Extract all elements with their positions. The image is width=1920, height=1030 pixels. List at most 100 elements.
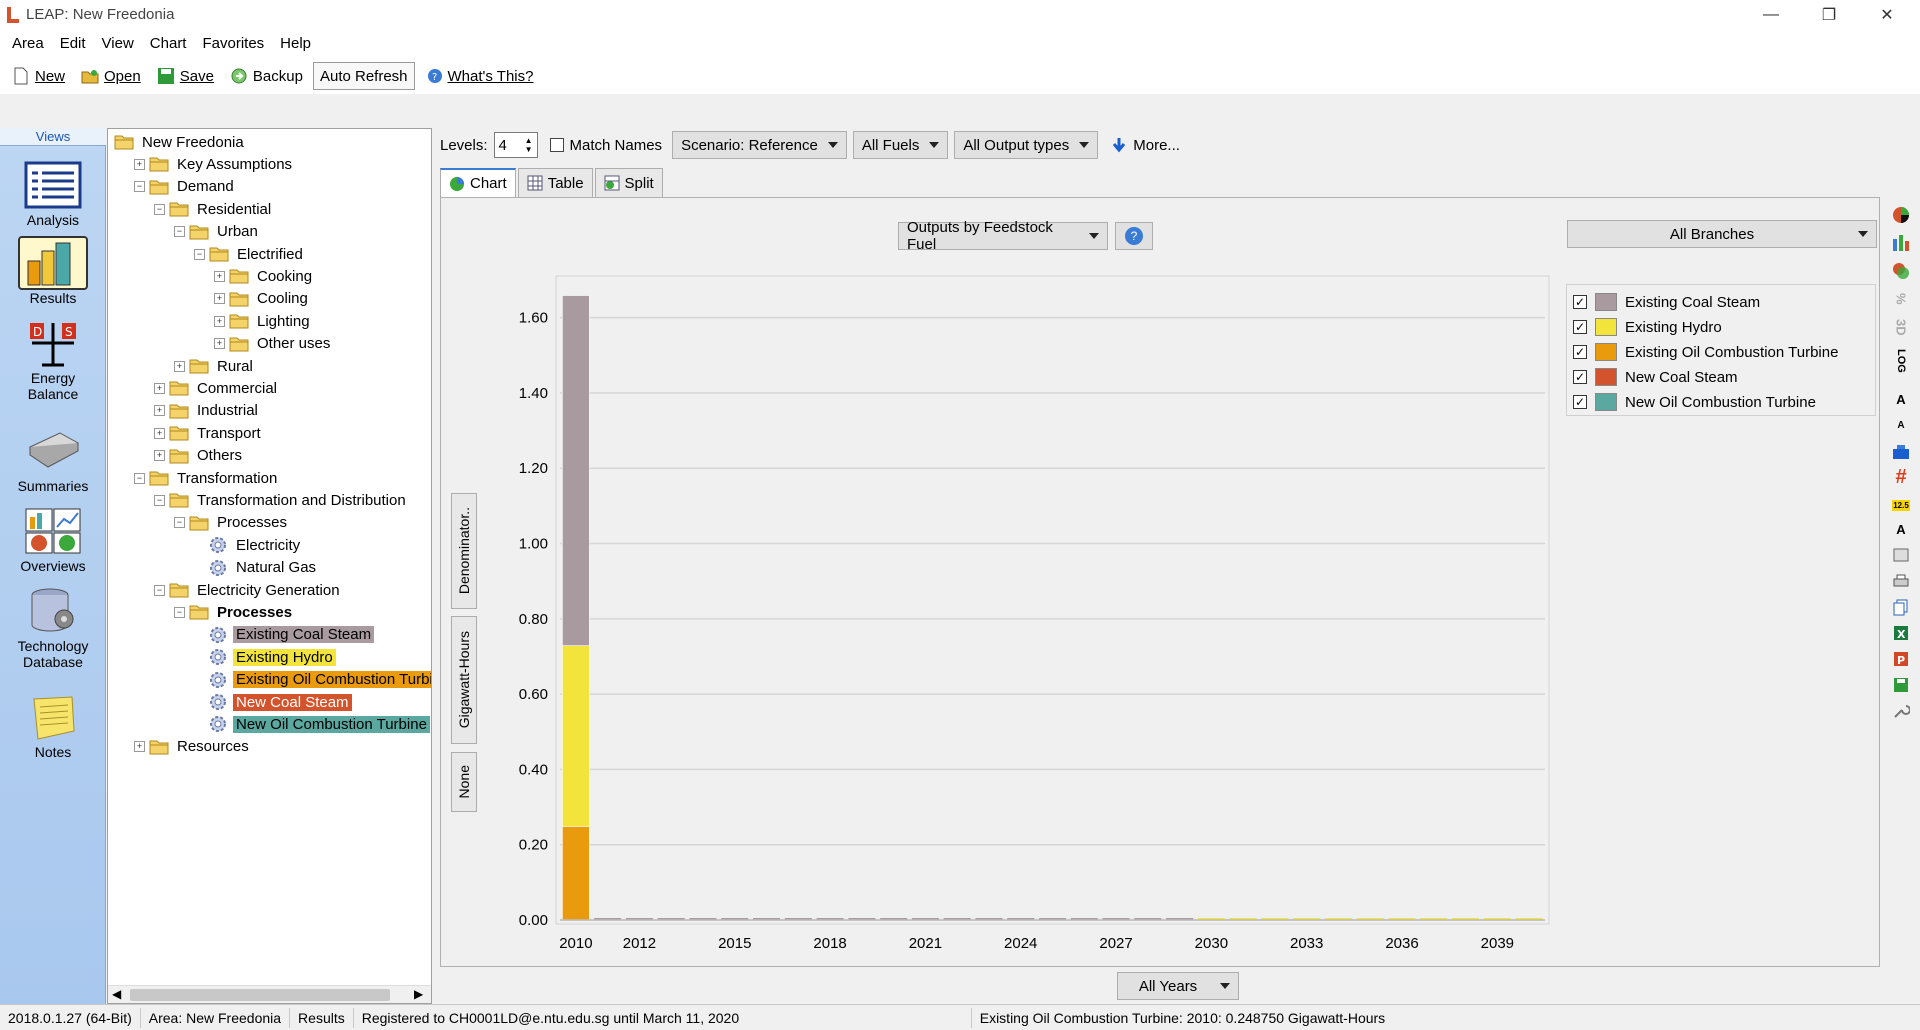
menu-area[interactable]: Area (4, 30, 52, 58)
new-button[interactable]: New (6, 62, 71, 90)
tree-node[interactable]: + Cooking (214, 265, 315, 287)
view-summaries[interactable]: Summaries (0, 424, 106, 494)
tab-split[interactable]: Split (594, 168, 663, 198)
font-larger-icon[interactable]: A (1890, 388, 1912, 410)
expand-icon[interactable]: + (214, 315, 225, 327)
scroll-thumb[interactable] (130, 989, 390, 1001)
more-button[interactable]: More... (1104, 131, 1186, 159)
chart-type-area-icon[interactable] (1890, 260, 1912, 282)
legend-checkbox[interactable]: ✓ (1573, 295, 1587, 309)
tree-node[interactable]: + Commercial (154, 377, 280, 399)
outputs-dropdown[interactable]: Outputs by Feedstock Fuel (898, 219, 1108, 253)
tree-node[interactable]: + Transport (154, 422, 264, 444)
menu-favorites[interactable]: Favorites (194, 30, 272, 58)
tree-node[interactable]: New Freedonia (114, 131, 247, 153)
years-dropdown[interactable]: All Years (1117, 972, 1239, 1000)
tree-node[interactable]: − Transformation and Distribution (154, 489, 409, 511)
tree-node[interactable]: Electricity (194, 534, 303, 556)
font-settings-icon[interactable]: A (1890, 518, 1912, 540)
tree-node[interactable]: + Rural (174, 355, 256, 377)
chart-type-pie-icon[interactable] (1890, 204, 1912, 226)
collapse-icon[interactable]: − (174, 226, 185, 238)
tree-node[interactable]: New Coal Steam (194, 691, 352, 713)
menu-view[interactable]: View (94, 30, 142, 58)
tree-node[interactable]: − Demand (134, 176, 237, 198)
log-scale-icon[interactable]: LOG (1890, 349, 1912, 373)
collapse-icon[interactable]: − (194, 248, 205, 260)
tree-node[interactable]: New Oil Combustion Turbine (194, 713, 430, 735)
branches-dropdown[interactable]: All Branches (1567, 220, 1877, 248)
copy-icon[interactable] (1890, 596, 1912, 618)
legend-checkbox[interactable]: ✓ (1573, 345, 1587, 359)
collapse-icon[interactable]: − (134, 472, 145, 484)
collapse-icon[interactable]: − (174, 517, 185, 529)
restore-button[interactable]: ❐ (1800, 0, 1858, 30)
whats-this-button[interactable]: ? What's This? (419, 62, 540, 90)
close-button[interactable]: ✕ (1858, 0, 1916, 30)
tree-node[interactable]: − Electricity Generation (154, 579, 343, 601)
scenario-dropdown[interactable]: Scenario: Reference (672, 131, 847, 159)
tree-node[interactable]: − Processes (174, 601, 295, 623)
auto-refresh-button[interactable]: Auto Refresh (312, 62, 415, 90)
view-notes[interactable]: Notes (0, 690, 106, 760)
menu-chart[interactable]: Chart (142, 30, 195, 58)
collapse-icon[interactable]: − (154, 203, 165, 215)
tree-node[interactable]: Natural Gas (194, 557, 319, 579)
view-energy-balance[interactable]: DS Energy Balance (0, 316, 106, 402)
tree-node[interactable]: − Processes (174, 512, 290, 534)
open-button[interactable]: Open (75, 62, 147, 90)
view-technology-database[interactable]: Technology Database (0, 584, 106, 670)
collapse-icon[interactable]: − (154, 494, 165, 506)
minimize-button[interactable]: — (1742, 0, 1800, 30)
print-icon[interactable] (1890, 570, 1912, 592)
gridlines-icon[interactable]: # (1890, 466, 1912, 488)
bar-chart[interactable]: 0.00 0.20 0.40 0.60 0.80 1.00 1.20 1.40 1.60 2010… (470, 270, 1560, 970)
save-button[interactable]: Save (151, 62, 220, 90)
legend-item[interactable]: ✓ Existing Hydro (1573, 316, 1722, 338)
collapse-icon[interactable]: − (134, 181, 145, 193)
output-types-dropdown[interactable]: All Output types (954, 131, 1099, 159)
tree-node[interactable]: + Other uses (214, 333, 333, 355)
legend-checkbox[interactable]: ✓ (1573, 370, 1587, 384)
tree-horizontal-scrollbar[interactable]: ◀ ▶ (108, 985, 431, 1003)
match-names-checkbox[interactable] (549, 138, 564, 152)
tree-node[interactable]: Existing Coal Steam (194, 624, 375, 646)
font-smaller-icon[interactable]: A (1890, 414, 1912, 436)
tree-node[interactable]: + Resources (134, 736, 252, 758)
tab-chart[interactable]: Chart (440, 168, 516, 198)
tree-node[interactable]: + Lighting (214, 310, 313, 332)
expand-icon[interactable]: + (174, 360, 185, 372)
chart-type-bar-icon[interactable] (1890, 232, 1912, 254)
save-chart-icon[interactable] (1890, 674, 1912, 696)
percent-toggle-icon[interactable]: % (1890, 288, 1912, 310)
menu-edit[interactable]: Edit (52, 30, 94, 58)
legend-item[interactable]: ✓ New Coal Steam (1573, 366, 1738, 388)
tree-node[interactable]: − Urban (174, 221, 261, 243)
legend-item[interactable]: ✓ Existing Coal Steam (1573, 291, 1760, 313)
fuels-dropdown[interactable]: All Fuels (852, 131, 949, 159)
tree-node[interactable]: − Residential (154, 198, 274, 220)
branch-tree[interactable]: New Freedonia + Key Assumptions − Demand − Res… (107, 128, 432, 1004)
expand-icon[interactable]: + (214, 293, 225, 305)
scroll-left-icon[interactable]: ◀ (112, 987, 121, 1001)
collapse-icon[interactable]: − (174, 606, 185, 618)
levels-spinner[interactable]: 4 ▲ ▼ (493, 132, 538, 158)
expand-icon[interactable]: + (214, 270, 225, 282)
spinner-arrows-icon[interactable]: ▲ ▼ (525, 136, 533, 154)
data-labels-icon[interactable]: 12.5 (1890, 494, 1912, 516)
tree-node[interactable]: Existing Oil Combustion Turbi (194, 669, 431, 691)
collapse-icon[interactable]: − (154, 584, 165, 596)
expand-icon[interactable]: + (154, 405, 165, 417)
copy-image-icon[interactable] (1890, 544, 1912, 566)
tree-node[interactable]: Existing Hydro (194, 646, 336, 668)
expand-icon[interactable]: + (134, 741, 145, 753)
view-overviews[interactable]: Overviews (0, 504, 106, 574)
3d-toggle-icon[interactable]: 3D (1890, 316, 1912, 338)
export-powerpoint-icon[interactable]: P (1890, 648, 1912, 670)
view-results[interactable]: Results (0, 236, 106, 306)
tree-node[interactable]: − Electrified (194, 243, 306, 265)
scroll-right-icon[interactable]: ▶ (414, 987, 423, 1001)
legend-checkbox[interactable]: ✓ (1573, 320, 1587, 334)
view-analysis[interactable]: Analysis (0, 158, 106, 228)
expand-icon[interactable]: + (214, 338, 225, 350)
